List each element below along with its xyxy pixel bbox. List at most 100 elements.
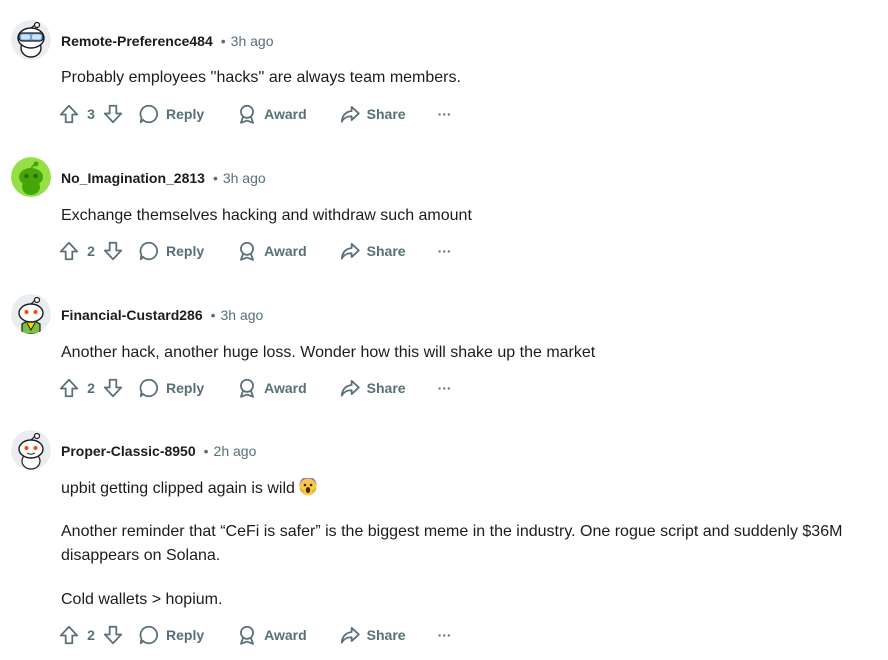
award-icon xyxy=(240,241,255,261)
reply-button[interactable]: Reply xyxy=(138,621,204,649)
share-icon xyxy=(340,242,360,260)
chat-bubble-icon xyxy=(139,378,158,398)
chat-bubble-icon xyxy=(139,625,158,645)
comment-meta: Remote-Preference484 • 3h ago xyxy=(61,33,273,49)
more-options-button[interactable]: ··· xyxy=(438,374,452,402)
separator-dot: • xyxy=(210,307,216,323)
reply-button[interactable]: Reply xyxy=(138,237,204,265)
share-button[interactable]: Share xyxy=(339,374,406,402)
share-button[interactable]: Share xyxy=(339,100,406,128)
downvote-button[interactable] xyxy=(102,621,124,649)
award-icon xyxy=(240,378,255,398)
award-label: Award xyxy=(264,106,307,122)
comment-body: Probably employees ''hacks'' are always … xyxy=(61,66,888,90)
comment-body: Exchange themselves hacking and withdraw… xyxy=(61,204,888,228)
ellipsis-icon: ··· xyxy=(437,243,452,259)
upvote-icon xyxy=(59,625,79,645)
comment-text: Another hack, another huge loss. Wonder … xyxy=(61,344,596,361)
timestamp: 3h ago xyxy=(220,307,264,323)
downvote-button[interactable] xyxy=(102,100,124,128)
reply-button[interactable]: Reply xyxy=(138,374,204,402)
award-label: Award xyxy=(264,627,307,643)
comment-paragraph: upbit getting clipped again is wild xyxy=(61,476,888,501)
share-icon xyxy=(340,626,360,644)
user-avatar[interactable] xyxy=(11,430,51,470)
separator-dot: • xyxy=(203,443,209,459)
comment-body: Another hack, another huge loss. Wonder … xyxy=(61,341,888,365)
comment-text: upbit getting clipped again is wild xyxy=(61,480,295,497)
award-button[interactable]: Award xyxy=(236,374,307,402)
share-icon xyxy=(340,379,360,397)
comment: Proper-Classic-8950 • 2h ago upbit getti… xyxy=(0,430,888,660)
more-options-button[interactable]: ··· xyxy=(438,237,452,265)
reply-label: Reply xyxy=(166,627,205,643)
comment: Financial-Custard286 • 3h ago Another ha… xyxy=(0,294,888,414)
chat-bubble-icon xyxy=(139,241,158,261)
screaming-face-icon xyxy=(299,476,317,496)
separator-dot: • xyxy=(220,33,226,49)
upvote-button[interactable] xyxy=(58,100,80,128)
username[interactable]: Proper-Classic-8950 xyxy=(61,443,196,459)
upvote-button[interactable] xyxy=(58,374,80,402)
share-button[interactable]: Share xyxy=(339,237,406,265)
reply-label: Reply xyxy=(166,380,205,396)
more-options-button[interactable]: ··· xyxy=(438,100,452,128)
comment-text: Cold wallets > hopium. xyxy=(61,591,223,608)
award-icon xyxy=(240,625,255,645)
share-label: Share xyxy=(366,106,406,122)
vote-count: 2 xyxy=(87,243,95,259)
award-button[interactable]: Award xyxy=(236,621,307,649)
comment-actions: 2 Reply Award Share ··· xyxy=(58,237,452,265)
separator-dot: • xyxy=(212,170,218,186)
more-options-button[interactable]: ··· xyxy=(438,621,452,649)
comment-actions: 3 Reply Award Share ··· xyxy=(58,100,452,128)
upvote-icon xyxy=(59,378,79,398)
downvote-button[interactable] xyxy=(102,374,124,402)
upvote-icon xyxy=(59,104,79,124)
comment-body: upbit getting clipped again is wild Anot… xyxy=(61,476,888,612)
timestamp: 3h ago xyxy=(230,33,274,49)
upvote-icon xyxy=(59,241,79,261)
award-icon xyxy=(240,104,255,124)
comment-actions: 2 Reply Award Share ··· xyxy=(58,374,452,402)
timestamp: 2h ago xyxy=(213,443,257,459)
comment-text: Another reminder that “CeFi is safer” is… xyxy=(61,523,843,540)
username[interactable]: Financial-Custard286 xyxy=(61,307,203,323)
chat-bubble-icon xyxy=(139,104,158,124)
ellipsis-icon: ··· xyxy=(437,380,452,396)
reply-label: Reply xyxy=(166,106,205,122)
reply-label: Reply xyxy=(166,243,205,259)
comment: Remote-Preference484 • 3h ago Probably e… xyxy=(0,20,888,140)
share-button[interactable]: Share xyxy=(339,621,406,649)
upvote-button[interactable] xyxy=(58,621,80,649)
vote-count: 2 xyxy=(87,627,95,643)
user-avatar[interactable] xyxy=(11,20,51,60)
award-button[interactable]: Award xyxy=(236,237,307,265)
username[interactable]: No_Imagination_2813 xyxy=(61,170,205,186)
vote-count: 2 xyxy=(87,380,95,396)
username[interactable]: Remote-Preference484 xyxy=(61,33,213,49)
downvote-icon xyxy=(103,104,123,124)
user-avatar[interactable] xyxy=(11,294,51,334)
upvote-button[interactable] xyxy=(58,237,80,265)
comment-meta: Proper-Classic-8950 • 2h ago xyxy=(61,443,256,459)
comment-actions: 2 Reply Award Share ··· xyxy=(58,621,452,649)
ellipsis-icon: ··· xyxy=(437,106,452,122)
downvote-icon xyxy=(103,625,123,645)
share-label: Share xyxy=(366,627,406,643)
comment: No_Imagination_2813 • 3h ago Exchange th… xyxy=(0,157,888,277)
award-button[interactable]: Award xyxy=(236,100,307,128)
share-label: Share xyxy=(366,380,406,396)
downvote-icon xyxy=(103,241,123,261)
timestamp: 3h ago xyxy=(222,170,266,186)
reply-button[interactable]: Reply xyxy=(138,100,204,128)
ellipsis-icon: ··· xyxy=(437,627,452,643)
user-avatar[interactable] xyxy=(11,157,51,197)
downvote-icon xyxy=(103,378,123,398)
downvote-button[interactable] xyxy=(102,237,124,265)
comment-text: Exchange themselves hacking and withdraw… xyxy=(61,207,472,224)
comment-meta: Financial-Custard286 • 3h ago xyxy=(61,307,263,323)
vote-count: 3 xyxy=(87,106,95,122)
award-label: Award xyxy=(264,243,307,259)
comment-text: Probably employees ''hacks'' are always … xyxy=(61,69,461,86)
